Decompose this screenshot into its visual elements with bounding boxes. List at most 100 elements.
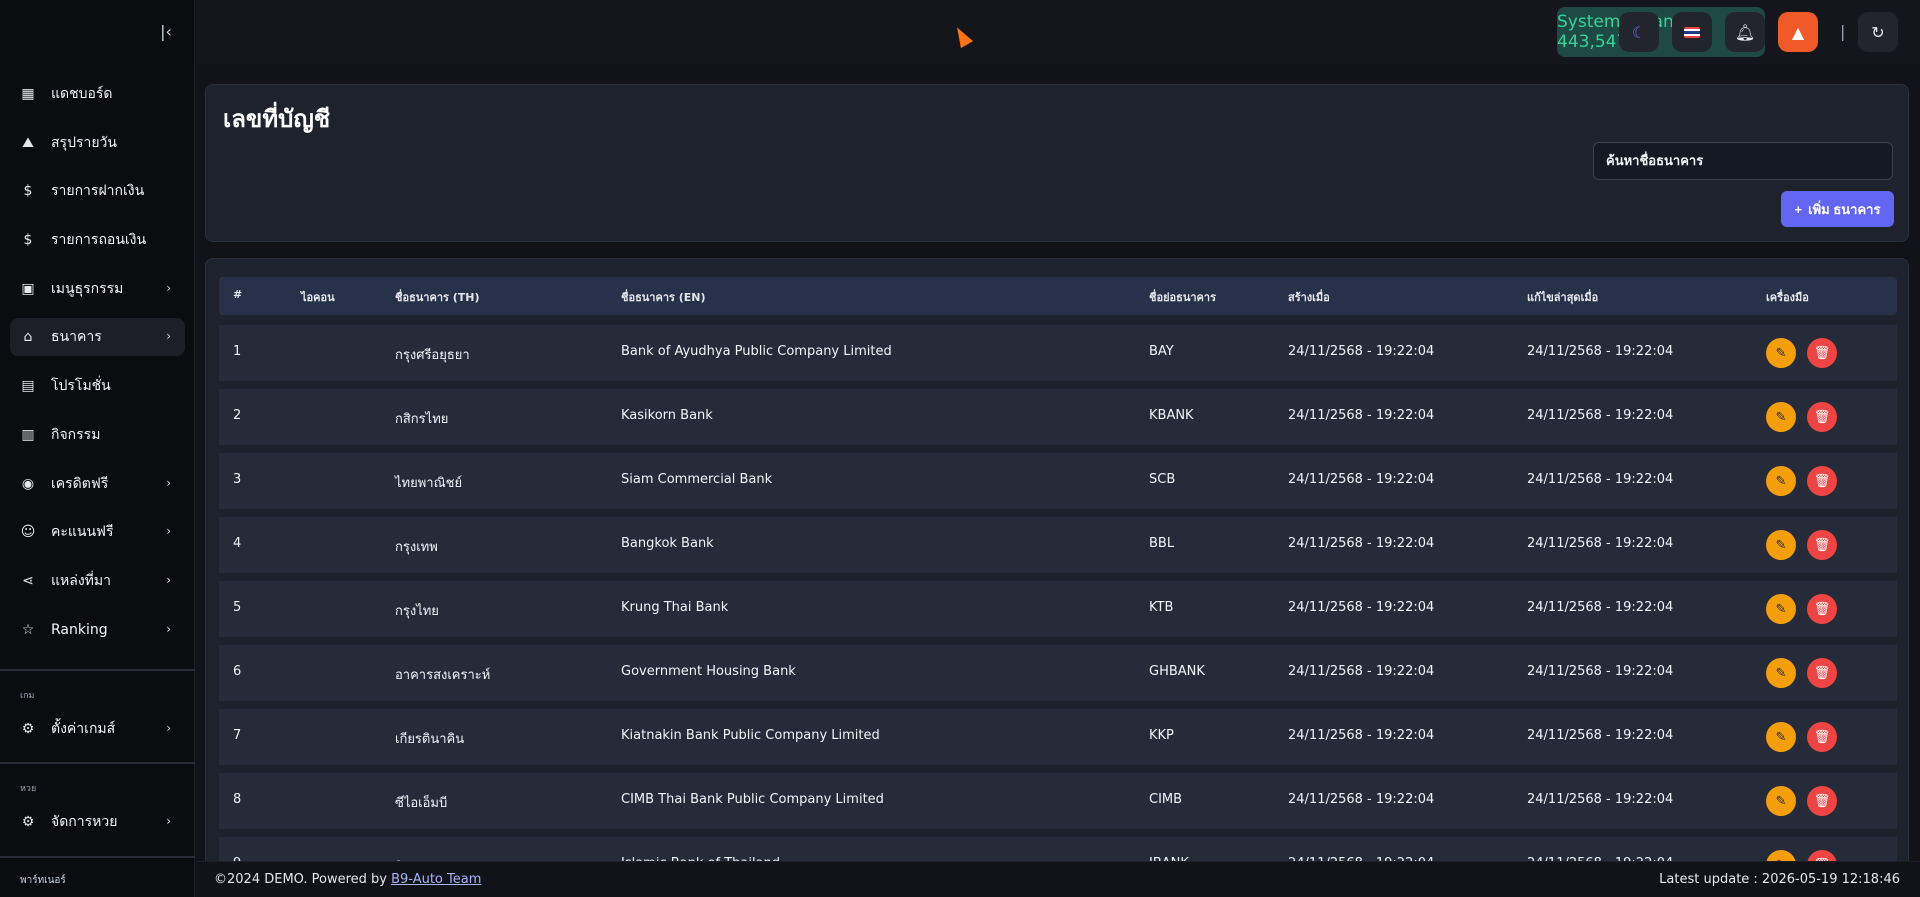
money-icon: ▣ (21, 280, 35, 297)
delete-button[interactable]: 🗑︎ (1807, 338, 1837, 368)
cell-code: KBANK (1149, 408, 1194, 423)
delete-button[interactable]: 🗑︎ (1807, 722, 1837, 752)
edit-button[interactable]: ✎ (1766, 530, 1796, 560)
cell-en: Kiatnakin Bank Public Company Limited (621, 728, 880, 743)
warning-icon: ▲ (1791, 22, 1805, 42)
add-bank-button[interactable]: + เพิ่ม ธนาคาร (1781, 191, 1894, 227)
cell-no: 8 (233, 792, 242, 807)
sidebar-item-11[interactable]: ☆ Ranking › (10, 611, 185, 649)
dollar-icon: $ (23, 183, 33, 200)
sidebar-item-5[interactable]: ⌂ ธนาคาร › (10, 318, 185, 357)
table-row: 3 ไทยพาณิชย์ Siam Commercial Bank SCB 24/11/… (219, 453, 1897, 509)
cell-code: KKP (1149, 728, 1174, 743)
collapse-sidebar-icon[interactable]: |‹ (156, 22, 176, 42)
chevron-right-icon: › (166, 524, 171, 539)
cell-en: Bank of Ayudhya Public Company Limited (621, 344, 892, 359)
delete-button[interactable]: 🗑︎ (1807, 594, 1837, 624)
cell-en: Krung Thai Bank (621, 600, 729, 615)
delete-button[interactable]: 🗑︎ (1807, 786, 1837, 816)
sidebar-item-7[interactable]: ▥ กิจกรรม (10, 416, 185, 454)
edit-button[interactable]: ✎ (1766, 466, 1796, 496)
gift-icon: ▤ (21, 378, 35, 395)
plus-icon: + (1794, 201, 1803, 217)
header-col-short-name: ชื่อย่อธนาคาร (1149, 291, 1216, 304)
cell-created: 24/11/2568 - 19:22:04 (1288, 472, 1435, 487)
cell-updated: 24/11/2568 - 19:22:04 (1527, 344, 1674, 359)
sidebar-item-label: คะแนนฟรี (51, 524, 114, 541)
bank-search-input[interactable] (1593, 142, 1893, 180)
cell-th: ซีไอเอ็มบี (395, 796, 448, 811)
header-col-created: สร้างเมื่อ (1288, 291, 1330, 304)
dark-mode-button[interactable]: ☾ (1619, 12, 1659, 52)
footer: ©2024 DEMO. Powered by B9-Auto Team Late… (196, 861, 1920, 897)
table-row: 6 อาคารสงเคราะห์ Government Housing Bank GH… (219, 645, 1897, 701)
cell-code: CIMB (1149, 792, 1183, 807)
language-button[interactable] (1672, 12, 1712, 52)
edit-button[interactable]: ✎ (1766, 594, 1796, 624)
edit-button[interactable]: ✎ (1766, 338, 1796, 368)
edit-button[interactable]: ✎ (1766, 722, 1796, 752)
sidebar-item-label: โปรโมชั่น (51, 378, 111, 395)
moon-icon: ☾ (1631, 22, 1647, 42)
share-icon: ⋖ (22, 572, 34, 589)
sidebar-item-9[interactable]: ☺ คะแนนฟรี › (10, 513, 185, 551)
cell-updated: 24/11/2568 - 19:22:04 (1527, 600, 1674, 615)
edit-button[interactable]: ✎ (1766, 786, 1796, 816)
add-bank-label: เพิ่ม ธนาคาร (1808, 201, 1881, 217)
cell-updated: 24/11/2568 - 19:22:04 (1527, 536, 1674, 551)
sidebar-item-2[interactable]: $ รายการฝากเงิน (10, 172, 185, 210)
sidebar-item-label: เมนูธุรกรรม (51, 280, 124, 297)
delete-button[interactable]: 🗑︎ (1807, 466, 1837, 496)
sidebar-item-lotto[interactable]: ⚙ จัดการหวย › (10, 803, 185, 841)
footer-copyright-text: ©2024 DEMO. Powered by (214, 872, 392, 887)
sidebar-item-8[interactable]: ◉ เครดิตฟรี › (10, 465, 185, 503)
sidebar-item-0[interactable]: ▦ แดชบอร์ด (10, 75, 185, 113)
cell-updated: 24/11/2568 - 19:22:04 (1527, 472, 1674, 487)
sidebar-item-4[interactable]: ▣ เมนูธุรกรรม › (10, 270, 185, 308)
footer-latest-update: Latest update : 2026-05-19 12:18:46 (1659, 872, 1900, 887)
coin-icon: ◉ (21, 475, 35, 492)
smile-icon: ☺ (20, 524, 36, 541)
delete-button[interactable]: 🗑︎ (1807, 658, 1837, 688)
edit-button[interactable]: ✎ (1766, 658, 1796, 688)
topbar: System Balance : 443,547.45 ☾ 🔔︎ ▲ | ↻ (196, 0, 1920, 64)
cell-th: กรุงเทพ (395, 540, 438, 555)
delete-button[interactable]: 🗑︎ (1807, 530, 1837, 560)
notification-button[interactable]: 🔔︎ (1725, 12, 1765, 52)
logout-button[interactable]: ↻ (1858, 12, 1898, 52)
alert-button[interactable]: ▲ (1778, 12, 1818, 52)
cell-code: BBL (1149, 536, 1175, 551)
pencil-icon: ✎ (1775, 793, 1787, 809)
footer-team-link[interactable]: B9-Auto Team (391, 872, 481, 887)
sidebar-item-1[interactable]: ⛰ สรุปรายวัน (10, 124, 185, 162)
cell-th: กรุงไทย (395, 604, 439, 619)
sidebar-divider (0, 762, 195, 764)
cell-code: GHBANK (1149, 664, 1205, 679)
header-col-name-th: ชื่อธนาคาร (TH) (395, 291, 480, 304)
cell-no: 7 (233, 728, 242, 743)
cell-updated: 24/11/2568 - 19:22:04 (1527, 664, 1674, 679)
sidebar-item-label: รายการถอนเงิน (51, 232, 147, 249)
cell-no: 1 (233, 344, 242, 359)
gear-icon: ⚙ (21, 721, 35, 737)
trash-icon: 🗑︎ (1813, 345, 1831, 361)
pencil-icon: ✎ (1775, 665, 1787, 681)
chevron-right-icon: › (166, 280, 171, 295)
cell-updated: 24/11/2568 - 19:22:04 (1527, 792, 1674, 807)
sidebar-item-3[interactable]: $ รายการถอนเงิน (10, 221, 185, 259)
sidebar-item-game-settings[interactable]: ⚙ ตั้งค่าเกมส์ › (10, 710, 185, 748)
sidebar-item-label: ธนาคาร (51, 329, 102, 346)
table-row: 1 กรุงศรีอยุธยา Bank of Ayudhya Public Com… (219, 325, 1897, 381)
edit-button[interactable]: ✎ (1766, 402, 1796, 432)
chart-icon: ⛰ (22, 134, 34, 151)
dollar-icon: $ (23, 232, 33, 249)
ticket-icon: ▥ (21, 426, 35, 443)
pencil-icon: ✎ (1775, 345, 1787, 361)
table-row: 5 กรุงไทย Krung Thai Bank KTB 24/11/2568 - 1… (219, 581, 1897, 637)
sidebar-item-10[interactable]: ⋖ แหล่งที่มา › (10, 562, 185, 600)
cell-created: 24/11/2568 - 19:22:04 (1288, 344, 1435, 359)
cell-th: อาคารสงเคราะห์ (395, 668, 491, 683)
sidebar-item-6[interactable]: ▤ โปรโมชั่น (10, 367, 185, 405)
cell-created: 24/11/2568 - 19:22:04 (1288, 728, 1435, 743)
delete-button[interactable]: 🗑︎ (1807, 402, 1837, 432)
